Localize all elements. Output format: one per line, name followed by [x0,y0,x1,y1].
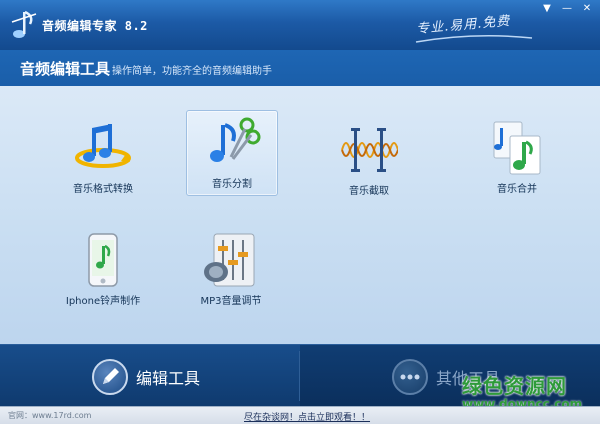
watermark: 绿色资源网 www.downcc.com [462,370,598,411]
tool-iphone-ringtone[interactable]: Iphone铃声制作 [58,228,148,312]
music-cut-icon [341,128,398,172]
close-button[interactable]: ✕ [578,2,596,16]
slogan-text: 专业.易用.免费 [415,13,511,38]
section-subtitle: 操作简单，功能齐全的音频编辑助手 [112,66,272,77]
tool-music-cut[interactable]: 音乐截取 [324,118,414,202]
slogan-swoosh-icon [415,35,533,43]
section-header: 音频编辑工具 操作简单，功能齐全的音频编辑助手 [0,50,600,86]
promo-link[interactable]: 尽在杂谈网！点击立即观看！！ [244,410,370,423]
section-title: 音频编辑工具 [20,60,111,78]
tool-music-merge[interactable]: 音乐合并 [472,116,562,200]
tool-music-convert[interactable]: 音乐格式转换 [58,116,148,200]
app-window: 音频编辑专家 8.2 专业.易用.免费 ▼ — ✕ 音频编辑工具 操作简单，功能… [0,0,600,424]
tool-label: 音乐分割 [212,179,252,190]
iphone-ringtone-icon [88,233,118,287]
tab-edit-tools[interactable]: 编辑工具 [0,345,300,407]
tools-panel: 音乐格式转换 音乐分割 音乐截取 音乐合并 Iphone铃声制作 MP3音量调节 [0,86,600,344]
mp3-volume-icon [204,233,255,287]
title-bar[interactable]: 音频编辑专家 8.2 专业.易用.免费 ▼ — ✕ [0,0,600,50]
music-merge-icon [493,121,541,175]
tool-label: 音乐合并 [497,184,537,195]
menu-dropdown-button[interactable]: ▼ [538,2,556,16]
website-text: 官网：www.17rd.com [8,411,92,420]
watermark-title: 绿色资源网 [462,374,567,398]
window-title: 音频编辑专家 8.2 [42,19,148,33]
tool-label: 音乐格式转换 [73,184,133,195]
tool-label: MP3音量调节 [200,296,262,307]
minimize-button[interactable]: — [558,2,576,16]
app-logo-icon [11,10,37,38]
tool-label: Iphone铃声制作 [65,296,141,307]
tool-music-split[interactable]: 音乐分割 [186,110,278,196]
tool-label: 音乐截取 [349,186,389,197]
tab-label: 编辑工具 [136,369,201,388]
status-bar: 官网：www.17rd.com 尽在杂谈网！点击立即观看！！ [0,406,600,424]
more-icon [392,359,428,395]
window-controls: ▼ — ✕ [538,2,596,16]
pen-icon [92,359,128,395]
music-split-icon [210,117,261,162]
music-convert-icon [75,124,131,168]
tool-mp3-volume[interactable]: MP3音量调节 [186,228,276,312]
